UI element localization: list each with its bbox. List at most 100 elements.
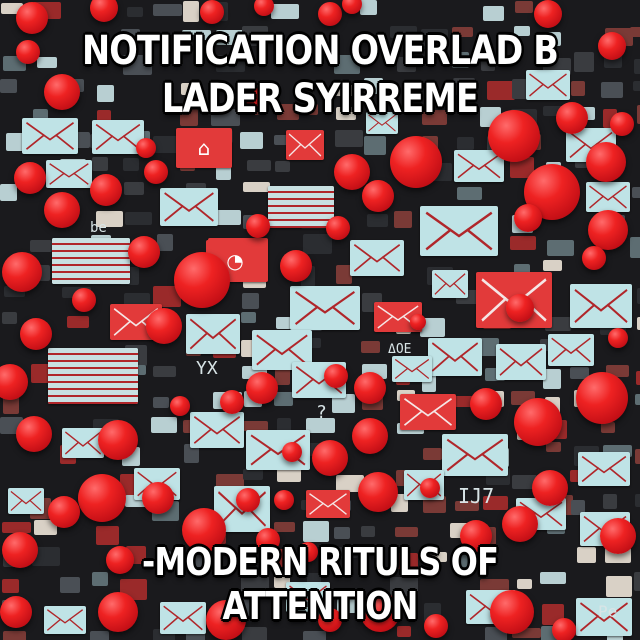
notification-bubble-icon bbox=[48, 496, 80, 528]
notification-bubble-icon bbox=[20, 318, 52, 350]
envelope-icon bbox=[432, 270, 468, 298]
notification-bubble-icon bbox=[514, 204, 542, 232]
notification-bubble-icon bbox=[146, 308, 182, 344]
notification-bubble-icon bbox=[0, 364, 28, 400]
ui-tile bbox=[601, 82, 623, 98]
notification-bubble-icon bbox=[128, 236, 160, 268]
ui-tile bbox=[0, 79, 17, 93]
notification-bubble-icon bbox=[142, 482, 174, 514]
headline-line-1: NOTIFICATION OVERLAD B bbox=[81, 28, 559, 74]
envelope-icon bbox=[400, 394, 456, 430]
ui-tile bbox=[271, 4, 299, 19]
ui-tile bbox=[636, 371, 640, 385]
ui-tile bbox=[603, 494, 617, 509]
envelope-icon bbox=[420, 206, 498, 256]
notification-bubble-icon bbox=[318, 2, 342, 26]
notification-bubble-icon bbox=[514, 398, 562, 446]
notification-bubble-icon bbox=[534, 0, 562, 28]
ui-tile bbox=[153, 366, 176, 377]
ui-tile bbox=[124, 182, 144, 195]
envelope-icon bbox=[22, 118, 78, 154]
ui-tile bbox=[635, 394, 640, 405]
notification-bubble-icon bbox=[600, 518, 636, 554]
notification-bubble-icon bbox=[532, 470, 568, 506]
notification-bubble-icon bbox=[220, 390, 244, 414]
ui-tile bbox=[2, 312, 17, 324]
notification-bubble-icon bbox=[170, 396, 190, 416]
envelope-icon bbox=[286, 130, 324, 160]
ui-tile bbox=[510, 236, 536, 250]
envelope-icon bbox=[496, 344, 546, 380]
ui-tile bbox=[367, 214, 388, 227]
notification-bubble-icon bbox=[334, 154, 370, 190]
ui-tile bbox=[423, 448, 442, 460]
ui-tile bbox=[276, 317, 291, 329]
notification-bubble-icon bbox=[2, 532, 38, 568]
ui-tile bbox=[243, 469, 263, 480]
ui-tile bbox=[277, 468, 301, 482]
ui-tile bbox=[0, 184, 17, 201]
scattered-mark: ΔOE bbox=[388, 342, 412, 357]
notification-bubble-icon bbox=[282, 442, 302, 462]
notification-bubble-icon bbox=[246, 372, 278, 404]
scattered-mark: ? bbox=[316, 402, 327, 423]
notification-bubble-icon bbox=[506, 294, 534, 322]
ui-tile bbox=[153, 4, 182, 16]
ui-tile bbox=[634, 59, 640, 74]
notification-bubble-icon bbox=[2, 252, 42, 292]
ui-tile bbox=[3, 631, 26, 640]
ui-tile bbox=[274, 392, 293, 406]
scattered-mark: IJ7 bbox=[458, 484, 495, 508]
ui-tile bbox=[242, 293, 259, 309]
ui-tile bbox=[303, 631, 326, 640]
ui-tile bbox=[274, 522, 295, 532]
ui-tile bbox=[457, 137, 474, 150]
envelope-icon bbox=[442, 434, 508, 476]
ui-tile bbox=[240, 132, 263, 149]
ui-tile bbox=[151, 417, 177, 433]
envelope-icon bbox=[306, 490, 350, 518]
notification-bubble-icon bbox=[470, 388, 502, 420]
notification-bubble-icon bbox=[16, 40, 40, 64]
envelope-icon bbox=[190, 412, 244, 448]
ui-tile bbox=[632, 187, 640, 198]
ui-tile bbox=[394, 211, 412, 228]
ui-tile bbox=[90, 631, 109, 640]
envelope-icon bbox=[586, 182, 630, 212]
notification-bubble-icon bbox=[90, 0, 118, 22]
notification-bubble-icon bbox=[588, 210, 628, 250]
envelope-icon bbox=[570, 284, 632, 328]
ui-tile bbox=[125, 212, 152, 225]
notification-bubble-icon bbox=[144, 160, 168, 184]
ui-tile bbox=[183, 1, 199, 22]
ui-tile bbox=[334, 527, 350, 539]
notification-bubble-icon bbox=[352, 418, 388, 454]
envelope-icon bbox=[578, 452, 630, 486]
document-card bbox=[52, 238, 130, 284]
envelope-icon bbox=[290, 286, 360, 330]
notification-bubble-icon bbox=[390, 136, 442, 188]
notification-bubble-icon bbox=[246, 214, 270, 238]
notification-bubble-icon bbox=[608, 328, 628, 348]
notification-bubble-icon bbox=[44, 192, 80, 228]
document-card bbox=[268, 186, 334, 228]
notification-bubble-icon bbox=[72, 288, 96, 312]
notification-bubble-icon bbox=[420, 478, 440, 498]
ui-tile bbox=[515, 1, 533, 13]
notification-bubble-icon bbox=[280, 250, 312, 282]
ui-tile bbox=[457, 187, 482, 200]
ui-tile bbox=[127, 7, 143, 17]
collage-canvas: ⌂ ◔ ΔOE IJ7 be Pe ? YX NOTIFICATION OVERL… bbox=[0, 0, 640, 640]
notification-bubble-icon bbox=[586, 142, 626, 182]
ui-tile bbox=[635, 449, 640, 464]
notification-bubble-icon bbox=[90, 174, 122, 206]
notification-bubble-icon bbox=[362, 180, 394, 212]
notification-bubble-icon bbox=[78, 474, 126, 522]
ui-tile bbox=[153, 397, 169, 408]
scattered-mark: YX bbox=[196, 358, 218, 379]
document-card bbox=[48, 348, 138, 404]
ui-tile bbox=[247, 160, 271, 171]
notification-bubble-icon bbox=[326, 216, 350, 240]
ui-tile bbox=[543, 260, 562, 271]
notification-bubble-icon bbox=[0, 596, 32, 628]
